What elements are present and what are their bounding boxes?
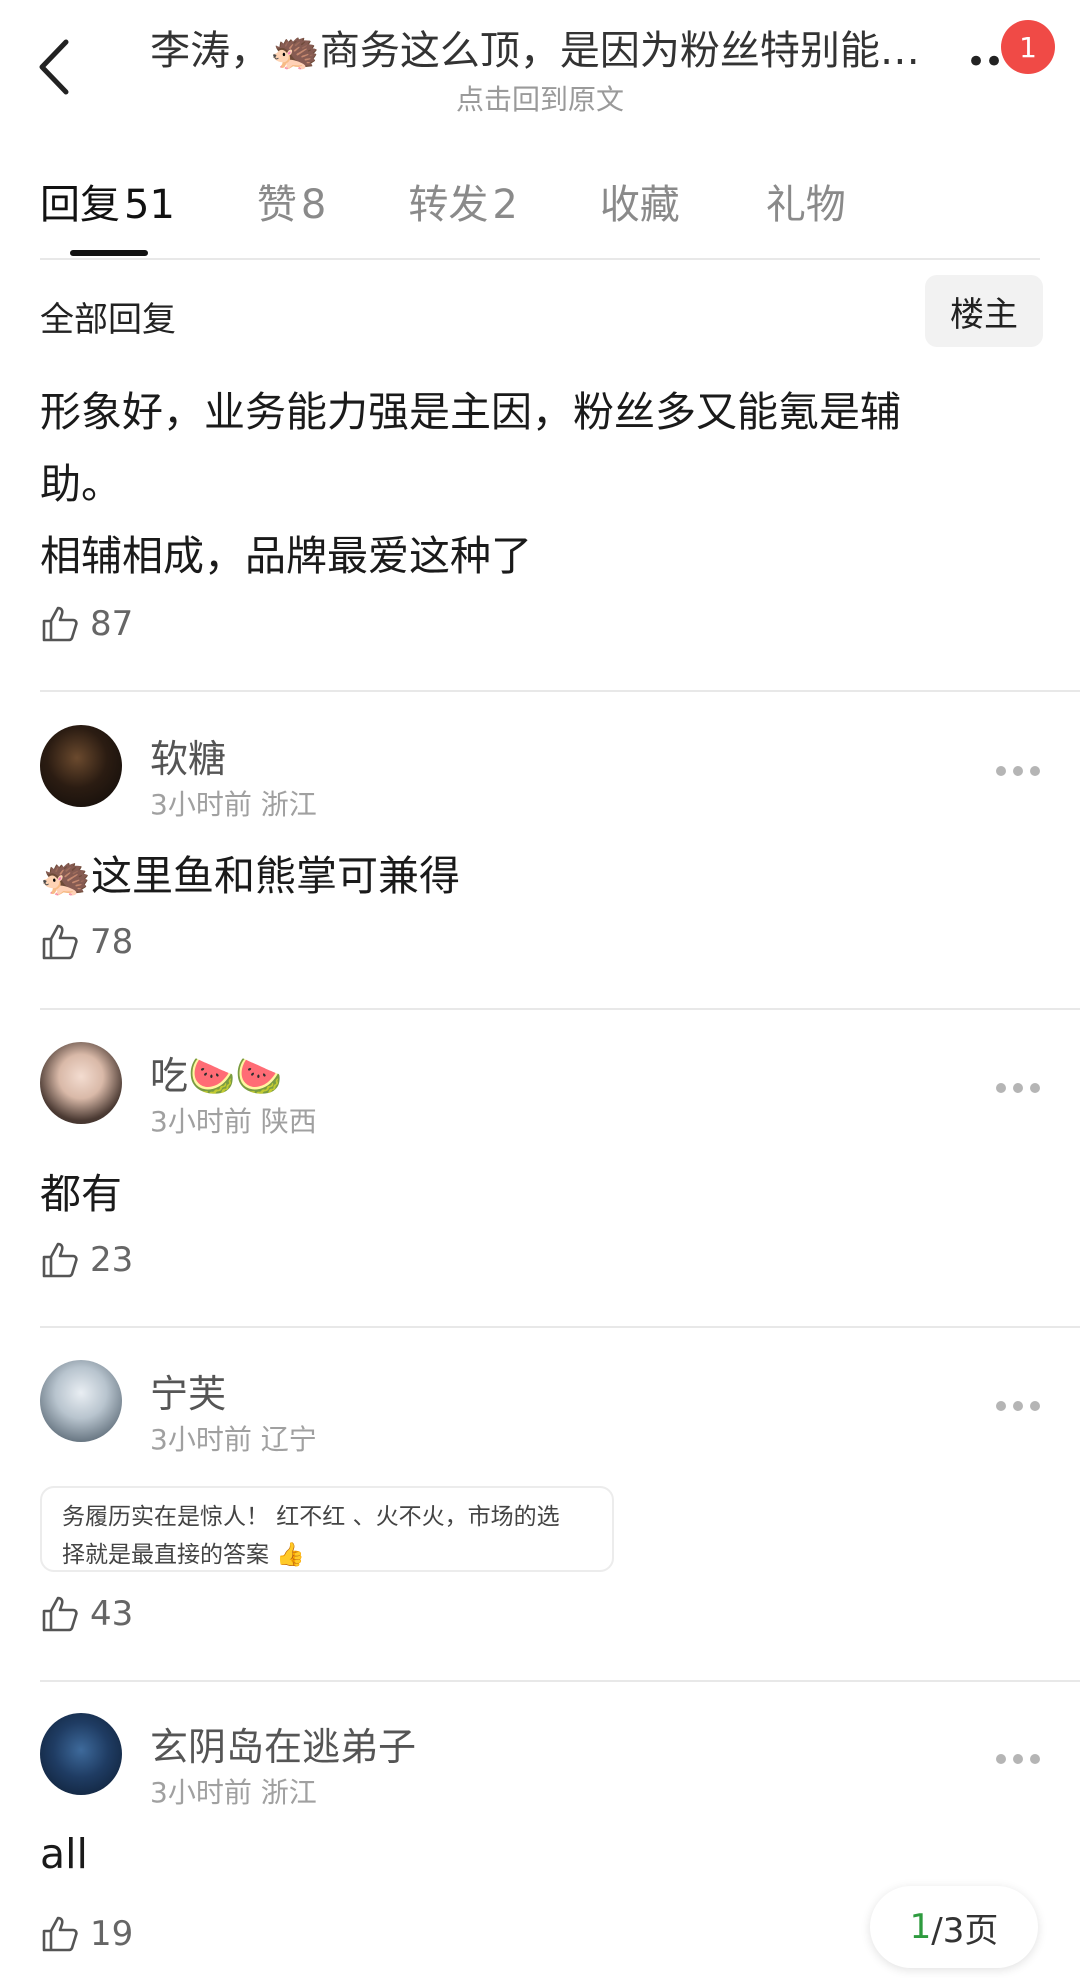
tab-label: 收藏 [599,182,680,228]
avatar[interactable] [40,725,122,807]
location: 辽宁 [260,1423,317,1456]
tab-count: 2 [492,182,518,228]
timestamp: 3小时前 [150,788,252,821]
tab-label: 赞 [256,182,297,228]
like-button[interactable]: 43 [40,1594,133,1634]
username[interactable]: 玄阴岛在逃弟子 [150,1716,416,1771]
top-bar: 李涛，🦔商务这么顶，是因为粉丝特别能… 点击回到原文 •• 1 [0,0,1080,120]
username[interactable]: 宁芙 [150,1363,226,1418]
tab-count: 51 [124,182,175,228]
username[interactable]: 吃🍉🍉 [150,1045,283,1100]
location: 浙江 [260,1776,317,1809]
avatar[interactable] [40,1360,122,1442]
ellipsis-icon[interactable] [996,1083,1040,1097]
tab-gifts[interactable]: 礼物 [766,172,850,232]
comment-meta: 3小时前 陕西 [150,1100,317,1140]
username[interactable]: 软糖 [150,728,226,783]
like-button[interactable]: 23 [40,1240,133,1280]
text-line: 相辅相成，品牌最爱这种了 [40,532,532,580]
main-reply-text: 形象好，业务能力强是主因，粉丝多又能氪是辅 助。 相辅相成，品牌最爱这种了 [40,376,1000,592]
like-button[interactable]: 87 [40,604,133,644]
tab-label: 转发 [408,182,489,228]
avatar[interactable] [40,1713,122,1795]
thumbs-up-icon [42,606,78,642]
notification-badge[interactable]: 1 [1001,20,1055,74]
like-button[interactable]: 19 [40,1914,133,1954]
divider [40,258,1040,260]
divider [40,690,1080,692]
comment-text: all [40,1830,88,1878]
location: 浙江 [260,788,317,821]
comment-meta: 3小时前 浙江 [150,1771,317,1811]
active-tab-indicator [70,250,148,256]
post-title[interactable]: 李涛，🦔商务这么顶，是因为粉丝特别能… [120,18,950,76]
all-replies-label: 全部回复 [40,300,176,340]
owner-filter-button[interactable]: 楼主 [925,275,1043,347]
thumbs-up-icon [42,1596,78,1632]
timestamp: 3小时前 [150,1105,252,1138]
like-count: 87 [90,604,134,644]
divider [40,1680,1080,1682]
comment-meta: 3小时前 辽宁 [150,1418,317,1458]
quote-line: 务履历实在是惊人！ 红不红 、火不火，市场的选 [62,1504,560,1530]
tab-favorites[interactable]: 收藏 [600,172,684,232]
ellipsis-icon[interactable] [996,1754,1040,1768]
tab-count: 8 [300,182,327,228]
like-count: 43 [90,1594,134,1634]
comment-text: 都有 [40,1170,122,1218]
quote-line: 择就是最直接的答案 👍 [62,1542,305,1568]
ellipsis-icon[interactable] [996,1401,1040,1415]
thumbs-up-icon [42,1916,78,1952]
tab-bar: 回复 51 赞 8 转发 2 收藏 礼物 [40,172,932,232]
like-count: 19 [90,1914,134,1954]
quoted-image-text[interactable]: 务履历实在是惊人！ 红不红 、火不火，市场的选 择就是最直接的答案 👍 [40,1486,614,1572]
timestamp: 3小时前 [150,1423,252,1456]
like-button[interactable]: 78 [40,922,133,962]
back-arrow-icon [39,39,69,95]
tab-label: 回复 [40,182,120,228]
tab-label: 礼物 [765,182,846,228]
tab-replies[interactable]: 回复 51 [40,172,175,232]
total-pages: /3页 [931,1910,999,1951]
thumbs-up-icon [42,924,78,960]
tab-reposts[interactable]: 转发 2 [408,172,517,232]
current-page: 1 [909,1907,932,1947]
tab-likes[interactable]: 赞 8 [257,172,326,232]
avatar[interactable] [40,1042,122,1124]
page-indicator[interactable]: 1/3页 [870,1886,1038,1968]
location: 陕西 [260,1105,317,1138]
like-count: 23 [90,1240,134,1280]
comment-text: 🦔这里鱼和熊掌可兼得 [40,852,461,900]
divider [40,1008,1080,1010]
text-line: 形象好，业务能力强是主因，粉丝多又能氪是辅 [40,388,901,436]
like-count: 78 [90,922,134,962]
back-to-original-link[interactable]: 点击回到原文 [120,78,960,118]
more-icon[interactable]: •• [966,42,1004,82]
comment-meta: 3小时前 浙江 [150,783,317,823]
text-line: 助。 [40,460,122,508]
divider [40,1326,1080,1328]
back-button[interactable] [28,32,78,102]
thumbs-up-icon [42,1242,78,1278]
ellipsis-icon[interactable] [996,766,1040,780]
timestamp: 3小时前 [150,1776,252,1809]
